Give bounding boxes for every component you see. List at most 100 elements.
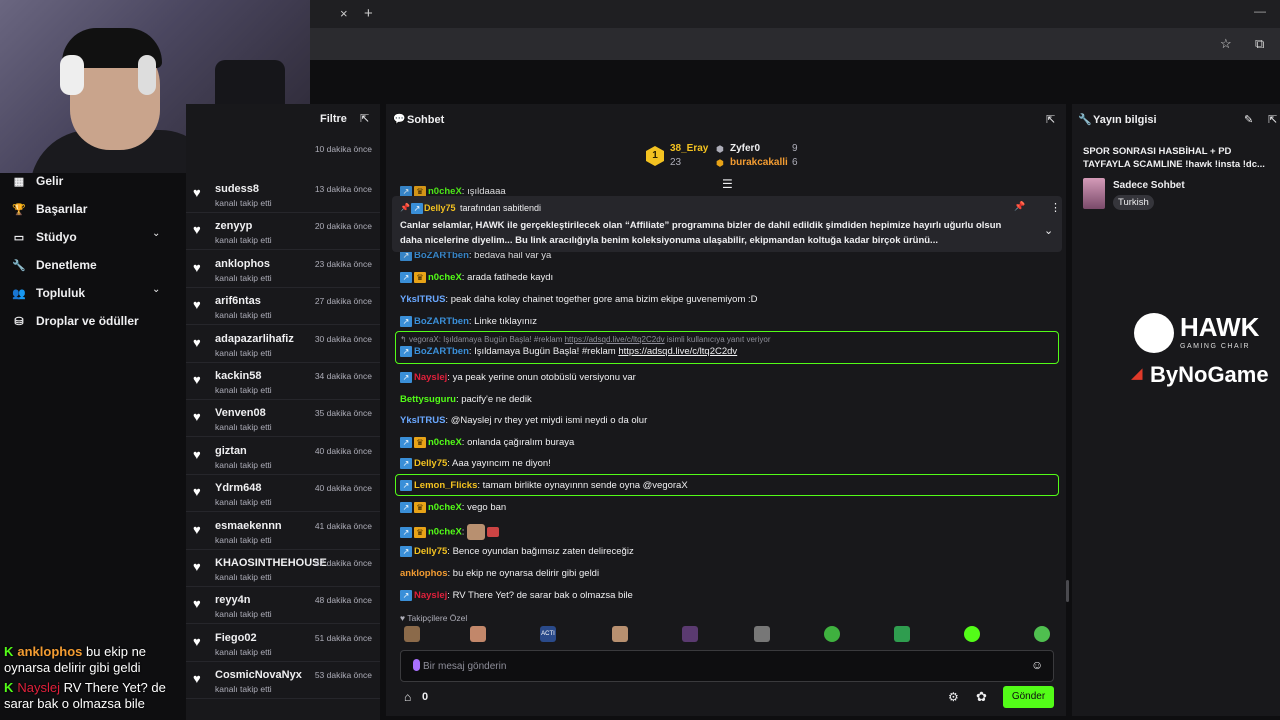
quick-emote-9[interactable] xyxy=(1034,626,1050,642)
nav-item-3[interactable]: 🔧 Denetleme xyxy=(12,258,97,272)
follow-row[interactable]: ♥ zenyyp kanalı takip etti 20 dakika önce xyxy=(186,213,380,251)
quick-emote-6[interactable] xyxy=(824,626,840,642)
chat-message[interactable]: ↗ BoZARTben: Işıldamaya Bugün Başla! #rek… xyxy=(400,346,737,357)
popout-chat-icon[interactable]: ⇱ xyxy=(1046,113,1055,126)
chat-username[interactable]: Nayslej xyxy=(414,372,447,383)
nav-item-5[interactable]: ⛁ Droplar ve ödüller xyxy=(12,314,138,328)
emoji-picker-icon[interactable]: ☺ xyxy=(1031,658,1043,672)
leader-name[interactable]: Zyfer0 xyxy=(730,143,760,154)
chat-username[interactable]: anklophos xyxy=(400,568,448,579)
quick-emote-1[interactable] xyxy=(470,626,486,642)
leader-name[interactable]: burakcakalli xyxy=(730,157,788,168)
leader-name[interactable]: 38_Eray xyxy=(670,143,708,154)
chat-username[interactable]: YksITRUS xyxy=(400,294,445,305)
follower-name[interactable]: sudess8 xyxy=(215,183,259,195)
quick-emote-2[interactable]: ACTI xyxy=(540,626,556,642)
follow-row[interactable]: ♥ Fiego02 kanalı takip etti 51 dakika önce xyxy=(186,625,380,662)
chat-username[interactable]: n0cheX xyxy=(428,502,462,513)
chat-message[interactable]: YksITRUS: peak daha kolay chainet togeth… xyxy=(400,294,758,305)
chat-message[interactable]: YksITRUS: @Nayslej rv they yet miydi ism… xyxy=(400,415,647,426)
follow-row[interactable]: ♥ Venven08 kanalı takip etti 35 dakika önce xyxy=(186,400,380,438)
nav-item-0[interactable]: ▦ Gelir xyxy=(12,174,64,188)
follower-name[interactable]: arif6ntas xyxy=(215,295,261,307)
expand-icon[interactable]: ⇱ xyxy=(360,112,369,125)
follow-row[interactable]: ♥ reyy4n kanalı takip etti 48 dakika önce xyxy=(186,587,380,625)
category-thumbnail[interactable] xyxy=(1083,178,1105,209)
window-minimize-icon[interactable]: — xyxy=(1254,4,1266,18)
follow-row[interactable]: ♥ sudess8 kanalı takip etti 13 dakika önce xyxy=(186,176,380,213)
chat-username[interactable]: YksITRUS xyxy=(400,415,445,426)
follower-name[interactable]: adapazarlihafiz xyxy=(215,333,294,345)
category-name[interactable]: Sadece Sohbet xyxy=(1113,180,1185,191)
expand-pinned-icon[interactable]: ⌄ xyxy=(1044,224,1053,237)
follower-name[interactable]: anklophos xyxy=(215,258,270,270)
chevron-down-icon[interactable]: ⌄ xyxy=(152,228,160,239)
nav-item-1[interactable]: 🏆 Başarılar xyxy=(12,202,87,216)
follow-row[interactable]: ♥ Ydrm648 kanalı takip etti 40 dakika önce xyxy=(186,475,380,513)
bookmark-star-icon[interactable]: ☆ xyxy=(1220,36,1232,52)
chat-message[interactable]: ↗ ♛ n0cheX: arada fatihede kaydı xyxy=(400,272,553,283)
follower-name[interactable]: KHAOSINTHEHOUSE xyxy=(215,557,327,569)
chat-username[interactable]: Delly75 xyxy=(414,458,447,469)
filter-button[interactable]: Filtre xyxy=(320,113,347,125)
new-tab-icon[interactable]: + xyxy=(364,5,373,22)
follow-row[interactable]: ♥ anklophos kanalı takip etti 23 dakika önc… xyxy=(186,251,380,288)
follower-name[interactable]: giztan xyxy=(215,445,247,457)
chat-input-box[interactable]: Bir mesaj gönderin ☺ xyxy=(400,650,1054,682)
unpin-icon[interactable]: 📌 xyxy=(1014,201,1025,212)
chat-link[interactable]: https://adsqd.live/c/ltq2C2dv xyxy=(618,346,737,357)
follow-row[interactable]: ♥ esmaekennn kanalı takip etti 41 dakika ön… xyxy=(186,513,380,550)
chat-username[interactable]: Delly75 xyxy=(414,546,447,557)
chat-input[interactable]: Bir mesaj gönderin xyxy=(423,661,506,672)
follow-row[interactable]: ♥ arif6ntas kanalı takip etti 27 dakika önc… xyxy=(186,288,380,326)
expand-icon[interactable]: ⇱ xyxy=(1268,113,1277,126)
chevron-down-icon[interactable]: ⌄ xyxy=(152,284,160,295)
extensions-icon[interactable]: ⧉ xyxy=(1255,36,1264,52)
chat-message[interactable]: ↗ Nayslej: RV There Yet? de sarar bak o o… xyxy=(400,590,633,601)
follower-name[interactable]: kackin58 xyxy=(215,370,261,382)
quick-emote-4[interactable] xyxy=(682,626,698,642)
follow-row[interactable]: ♥ KHAOSINTHEHOUSE kanalı takip etti 47 daki… xyxy=(186,550,380,587)
nav-item-2[interactable]: ▭ Stüdyo xyxy=(12,230,77,244)
quick-emote-8[interactable] xyxy=(964,626,980,642)
reply-context[interactable]: ↰ vegoraX: Işıldamaya Bugün Başla! #rekl… xyxy=(400,335,770,344)
tab-close-icon[interactable]: × xyxy=(340,6,348,21)
kick-emote-icon[interactable]: ✿ xyxy=(976,689,987,705)
chat-message[interactable]: Bettysuguru: pacify'e ne dedik xyxy=(400,394,532,405)
pinned-message[interactable]: 📌 ↗ Delly75 tarafından sabitlendi 📌 ⋮ Ca… xyxy=(392,196,1062,252)
chat-message[interactable]: ↗ ♛ n0cheX: onlanda çağıralım buraya xyxy=(400,437,574,448)
chat-message[interactable]: ↗ ♛ n0cheX: xyxy=(400,524,500,540)
mic-icon[interactable] xyxy=(413,659,420,671)
chat-username[interactable]: n0cheX xyxy=(428,272,462,283)
chat-message[interactable]: ↗ Nayslej: ya peak yerine onun otobüslü v… xyxy=(400,372,636,383)
language-tag[interactable]: Turkish xyxy=(1113,195,1154,210)
follow-row[interactable]: ♥ kackin58 kanalı takip etti 34 dakika önce xyxy=(186,363,380,400)
leaderboard-menu-icon[interactable]: ☰ xyxy=(722,177,733,191)
chat-username[interactable]: BoZARTben xyxy=(414,346,469,357)
chat-username[interactable]: BoZARTben xyxy=(414,316,469,327)
more-options-icon[interactable]: ⋮ xyxy=(1050,201,1061,214)
follower-name[interactable]: reyy4n xyxy=(215,594,250,606)
follower-name[interactable]: Venven08 xyxy=(215,407,266,419)
follow-row[interactable]: ♥ adapazarlihafiz kanalı takip etti 30 daki… xyxy=(186,326,380,363)
chat-username[interactable]: n0cheX xyxy=(428,437,462,448)
follower-name[interactable]: Fiego02 xyxy=(215,632,257,644)
store-icon[interactable]: ⌂ xyxy=(404,690,411,704)
nav-item-4[interactable]: 👥 Topluluk xyxy=(12,286,85,300)
quick-emote-7[interactable] xyxy=(894,626,910,642)
follower-name[interactable]: Ydrm648 xyxy=(215,482,261,494)
quick-emote-5[interactable] xyxy=(754,626,770,642)
follower-name[interactable]: CosmicNovaNyx xyxy=(215,669,302,681)
chat-message[interactable]: anklophos: bu ekip ne oynarsa delirir gi… xyxy=(400,568,599,579)
follow-row[interactable]: ♥ giztan kanalı takip etti 40 dakika önce xyxy=(186,438,380,475)
follow-row[interactable]: ♥ CosmicNovaNyx kanalı takip etti 53 dakika… xyxy=(186,662,380,700)
chat-settings-icon[interactable]: ⚙ xyxy=(948,690,959,704)
chat-username[interactable]: Nayslej xyxy=(414,590,447,601)
quick-emote-0[interactable] xyxy=(404,626,420,642)
chat-message[interactable]: ↗ Delly75: Aaa yayıncım ne diyon! xyxy=(400,458,551,469)
chat-username[interactable]: Lemon_Flicks xyxy=(414,480,477,491)
chat-username[interactable]: n0cheX xyxy=(428,527,462,538)
follower-name[interactable]: zenyyp xyxy=(215,220,252,232)
chat-message[interactable]: ↗ BoZARTben: Linke tıklayınız xyxy=(400,316,537,327)
reply-link[interactable]: https://adsqd.live/c/ltq2C2dv xyxy=(565,335,665,344)
